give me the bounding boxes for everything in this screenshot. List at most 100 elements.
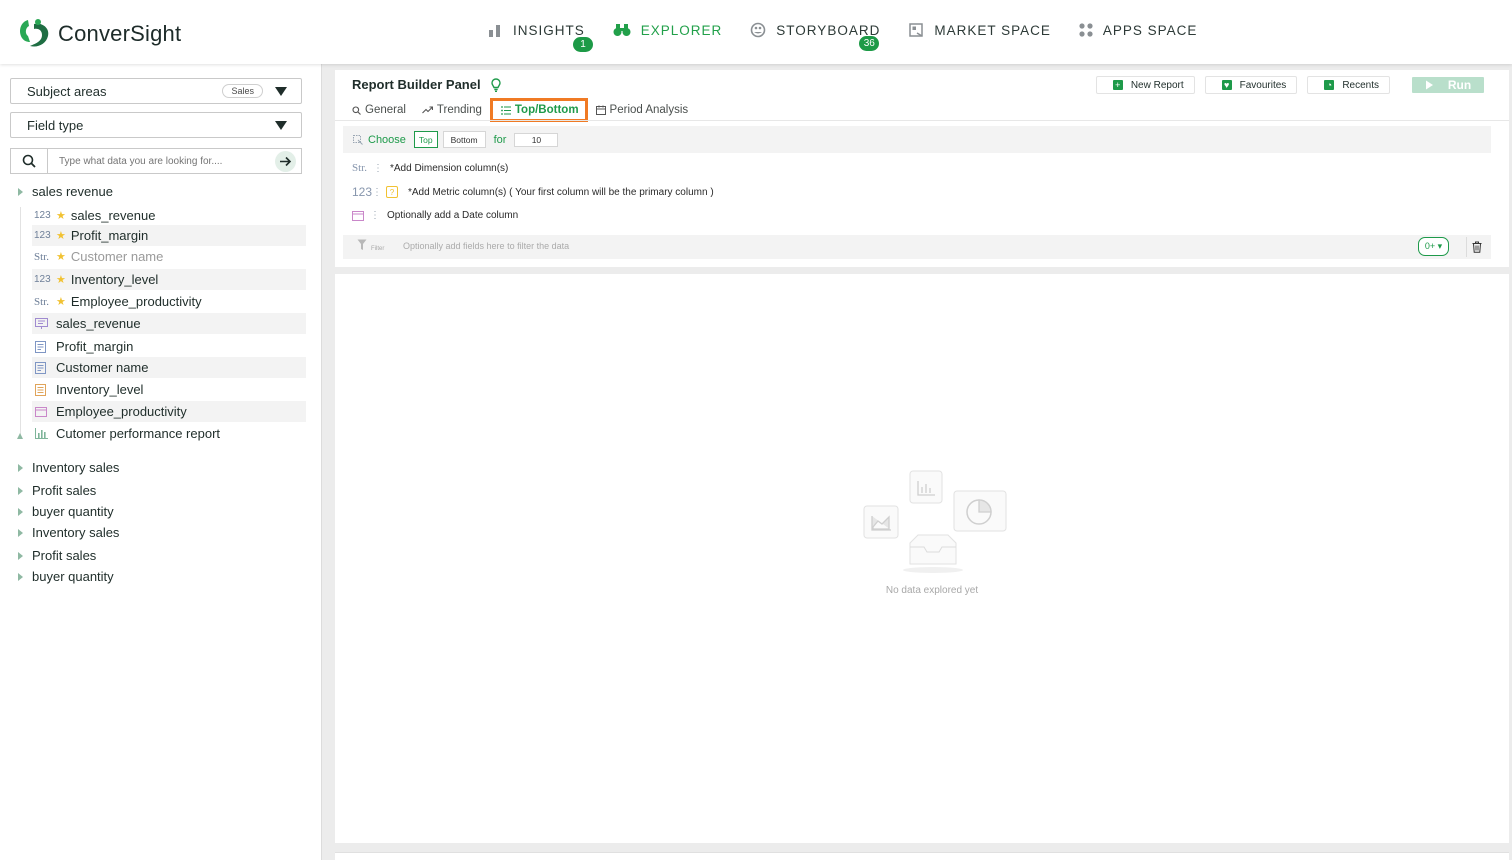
field-item[interactable]: Customer name (32, 357, 306, 378)
expand-icon (18, 507, 23, 516)
choose-text: Choose (368, 133, 406, 146)
tree-group-label: Inventory sales (32, 525, 120, 540)
metric-type-icon: 123 (34, 210, 51, 221)
bottom-strip (335, 852, 1509, 860)
field-item[interactable]: Str. ★ Employee_productivity (32, 291, 306, 312)
nav-explorer[interactable]: EXPLORER (613, 23, 723, 38)
count-input[interactable] (514, 132, 559, 147)
field-label: Inventory_level (70, 272, 159, 287)
expand-icon (18, 528, 23, 537)
storyboard-count-badge: 36 (859, 36, 880, 51)
tree-group[interactable]: Profit sales (18, 548, 96, 563)
tab-trending[interactable]: Trending (422, 98, 482, 122)
expand-icon (18, 551, 23, 560)
tree-group[interactable]: buyer quantity (18, 569, 114, 584)
filter-icon (357, 239, 367, 251)
top-bar: ConverSight INSIGHTS 1 EXPLORER STORYBOA… (0, 0, 1512, 64)
star-icon[interactable]: ★ (56, 295, 66, 308)
search-input[interactable] (47, 148, 302, 174)
tab-label: Top/Bottom (514, 104, 579, 116)
nav-insights[interactable]: INSIGHTS 1 (487, 23, 593, 52)
field-label: Customer name (70, 249, 164, 264)
field-label: Employee_productivity (70, 294, 202, 309)
play-icon (1425, 80, 1433, 90)
grid-icon (1079, 23, 1093, 37)
star-icon[interactable]: ★ (56, 209, 66, 222)
empty-state-illustration (862, 469, 1012, 579)
field-item[interactable]: Cutomer performance report (32, 423, 306, 444)
palette-icon (750, 22, 766, 38)
divider (335, 120, 1509, 121)
table-icon (35, 361, 51, 374)
lightbulb-icon[interactable] (490, 77, 501, 92)
filter-count-dropdown[interactable]: 0+ ▾ (1418, 237, 1449, 256)
tree-group-label: buyer quantity (32, 569, 114, 584)
field-item[interactable]: Profit_margin (32, 336, 306, 357)
filter-placeholder: Optionally add fields here to filter the… (403, 241, 570, 251)
field-item[interactable]: Employee_productivity (32, 401, 306, 422)
help-icon[interactable]: ? (386, 186, 398, 198)
field-item[interactable]: 123 ★ sales_revenue (32, 205, 306, 226)
field-label: Employee_productivity (56, 404, 187, 419)
tree-group[interactable]: Inventory sales (18, 525, 119, 540)
subject-area-tag[interactable]: Sales (222, 84, 263, 98)
search-icon[interactable] (10, 148, 48, 174)
tree-group-label: Profit sales (32, 548, 97, 563)
star-icon[interactable]: ★ (56, 273, 66, 286)
document-icon (35, 383, 51, 396)
field-item[interactable]: Str. ★ Customer name (32, 246, 306, 267)
arrow-right-icon[interactable] (275, 151, 296, 172)
star-icon[interactable]: ★ (56, 250, 66, 263)
plus-icon: + (1112, 80, 1123, 90)
nav-apps-space[interactable]: APPS SPACE (1079, 23, 1198, 38)
filter-drop-zone[interactable]: Filter Optionally add fields here to fil… (343, 235, 1491, 259)
field-label: sales_revenue (56, 316, 141, 331)
tree-group[interactable]: Inventory sales (18, 460, 119, 475)
recents-button[interactable]: ◔ Recents (1307, 76, 1390, 94)
metric-placeholder: *Add Metric column(s) ( Your first colum… (408, 186, 714, 198)
trash-icon[interactable] (1466, 237, 1486, 257)
nav-explorer-label: EXPLORER (640, 22, 723, 38)
filter-label: Filter (371, 246, 385, 252)
tree-group[interactable]: Profit sales (18, 483, 96, 498)
left-sidebar: Subject areas Sales Field type sales rev… (0, 64, 322, 860)
field-item[interactable]: 123 ★ Profit_margin (32, 225, 306, 246)
subject-areas-select[interactable]: Subject areas Sales (10, 78, 302, 104)
field-type-select[interactable]: Field type (10, 112, 302, 138)
tab-top-bottom[interactable]: Top/Bottom (489, 98, 588, 122)
tree-group-sales-revenue[interactable]: sales revenue (18, 184, 113, 199)
field-item[interactable]: Inventory_level (32, 379, 306, 400)
field-item[interactable]: sales_revenue (32, 313, 306, 334)
string-type-icon: Str. (34, 250, 49, 263)
empty-state-message: No data explored yet (885, 585, 979, 596)
expand-icon (18, 486, 23, 495)
report-icon (35, 318, 51, 329)
collapse-icon[interactable] (17, 433, 23, 439)
date-drop-zone[interactable]: ⋮ Optionally add a Date column (352, 210, 518, 221)
heart-icon: ♥ (1221, 80, 1232, 90)
field-item[interactable]: 123 ★ Inventory_level (32, 269, 306, 290)
tree-group[interactable]: buyer quantity (18, 504, 114, 519)
logo[interactable]: ConverSight (18, 18, 181, 50)
field-label: Profit_margin (56, 339, 134, 354)
chart-icon (35, 428, 51, 439)
nav-market-space-label: MARKET SPACE (934, 22, 1051, 38)
metric-type-icon: 123 (352, 185, 373, 199)
top-option[interactable]: Top (413, 131, 438, 148)
select-icon (353, 134, 363, 145)
report-builder-panel: Report Builder Panel + New Report ♥ Favo… (335, 70, 1509, 267)
favourites-button[interactable]: ♥ Favourites (1204, 76, 1298, 94)
nav-storyboard[interactable]: STORYBOARD 36 (750, 22, 880, 51)
new-report-button[interactable]: + New Report (1095, 76, 1195, 94)
bottom-option[interactable]: Bottom (442, 131, 486, 148)
field-label: Cutomer performance report (56, 426, 221, 441)
star-icon[interactable]: ★ (56, 229, 66, 242)
tab-period-analysis[interactable]: Period Analysis (595, 98, 688, 122)
run-button[interactable]: Run (1412, 77, 1484, 93)
calendar-icon (595, 105, 606, 115)
main-nav: INSIGHTS 1 EXPLORER STORYBOARD 36 MARKET… (487, 22, 1225, 52)
tab-general[interactable]: General (352, 98, 406, 122)
nav-market-space[interactable]: MARKET SPACE (908, 22, 1051, 38)
metric-drop-zone[interactable]: 123 ⋮ ? *Add Metric column(s) ( Your fir… (352, 185, 714, 199)
dimension-drop-zone[interactable]: Str. ⋮ *Add Dimension column(s) (352, 162, 508, 174)
